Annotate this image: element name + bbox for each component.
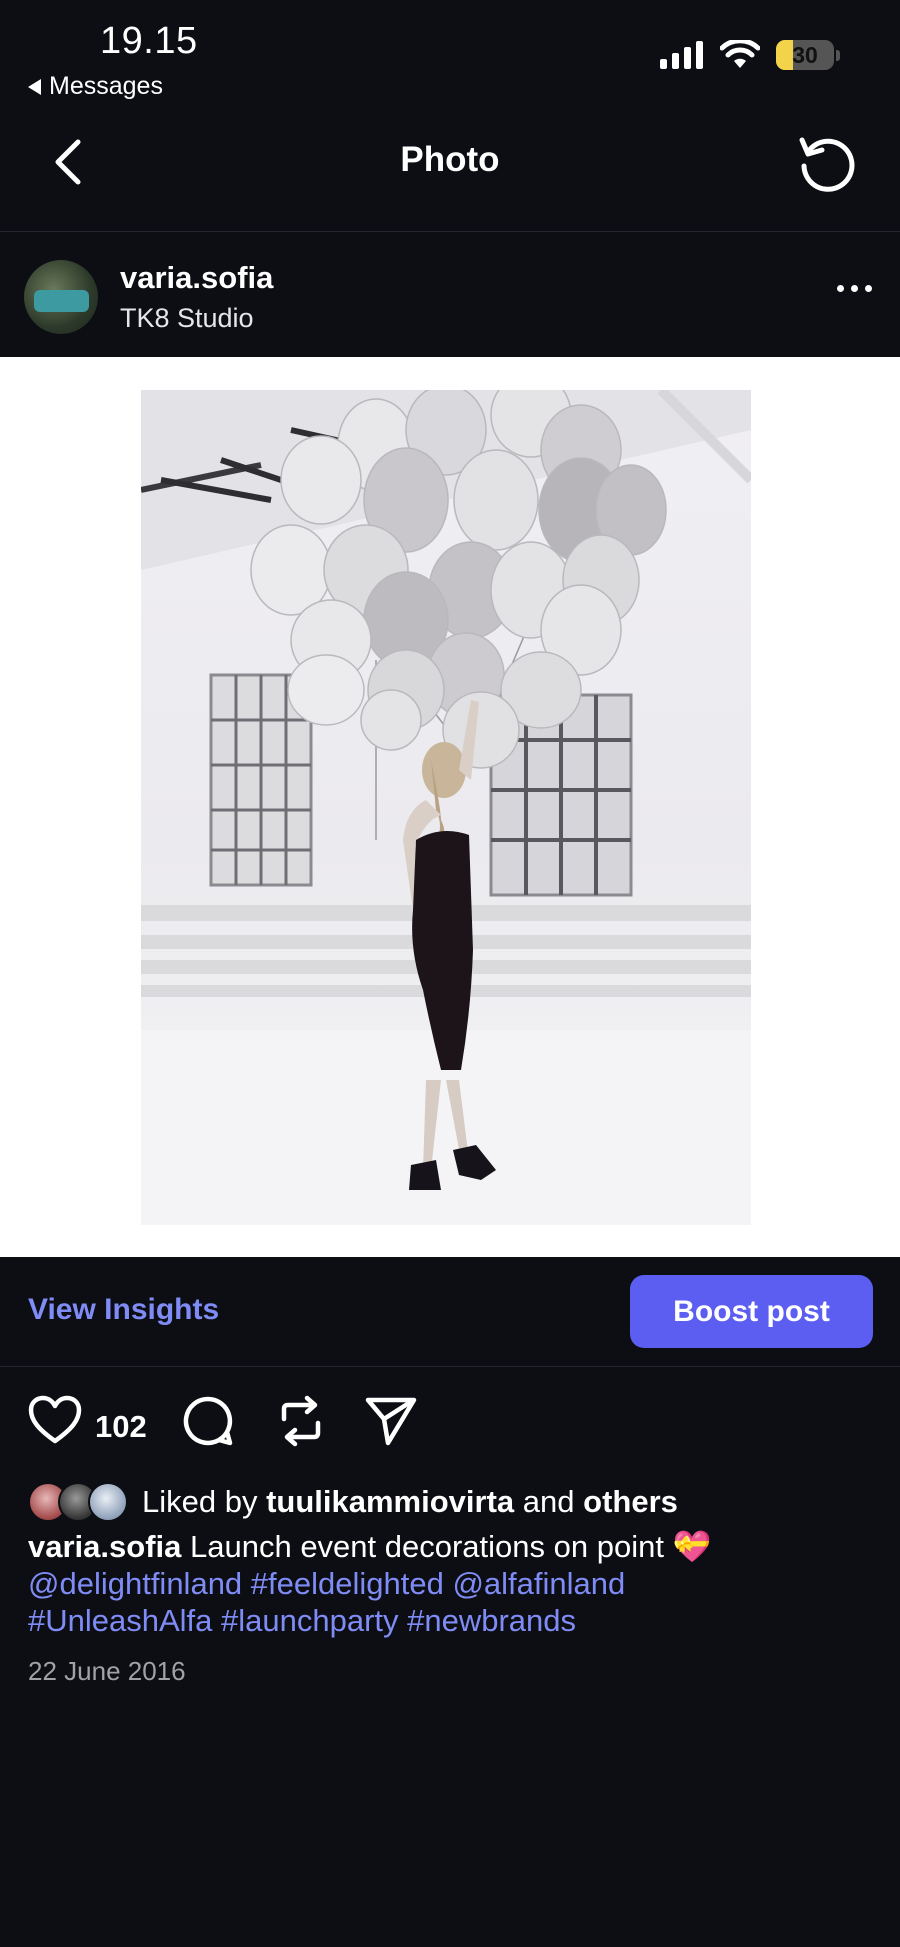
page-title: Photo [400, 140, 500, 179]
status-time: 19.15 [100, 20, 198, 62]
caption-tags-line-2[interactable]: #UnleashAlfa #launchparty #newbrands [28, 1602, 878, 1639]
caption-tags-line-1[interactable]: @delightfinland #feeldelighted @alfafinl… [28, 1565, 878, 1602]
boost-post-button[interactable]: Boost post [630, 1275, 873, 1348]
insights-bar: View Insights Boost post [0, 1257, 900, 1367]
more-options-icon[interactable] [837, 285, 872, 292]
share-send-icon[interactable] [364, 1395, 418, 1447]
signal-icon [660, 41, 703, 69]
caption-text: Launch event decorations on point 💝 [190, 1529, 712, 1564]
repost-icon[interactable] [276, 1395, 326, 1447]
battery-tip [836, 49, 840, 61]
photo-area [0, 357, 900, 1257]
post-header: varia.sofia TK8 Studio [0, 233, 900, 357]
wifi-icon [720, 40, 760, 68]
liked-by-and: and [522, 1484, 575, 1519]
back-app-label: Messages [49, 72, 163, 100]
liked-by-user[interactable]: tuulikammiovirta [266, 1484, 514, 1520]
avatar[interactable] [24, 260, 98, 334]
battery-icon: 30 [776, 40, 834, 70]
nav-bar: Photo [0, 110, 900, 232]
comment-icon[interactable] [182, 1395, 234, 1447]
liked-by-prefix: Liked by [142, 1484, 258, 1519]
view-insights-link[interactable]: View Insights [28, 1293, 219, 1327]
avatar [88, 1482, 128, 1522]
liker-avatars [28, 1482, 132, 1522]
battery-level: 30 [792, 41, 818, 68]
liked-by-row[interactable]: Liked by tuulikammiovirta and others [28, 1480, 678, 1524]
back-to-messages[interactable]: Messages [28, 72, 163, 101]
post-actions: 102 [0, 1395, 900, 1465]
refresh-icon[interactable] [794, 130, 860, 196]
photo-illustration [141, 390, 751, 1225]
liked-by-others[interactable]: others [583, 1484, 678, 1520]
post-photo[interactable] [141, 390, 751, 1225]
back-triangle-icon [28, 78, 41, 95]
avatar-image-detail [34, 290, 89, 312]
post-caption: varia.sofia Launch event decorations on … [28, 1528, 878, 1639]
status-icons: 30 [660, 40, 840, 70]
like-count[interactable]: 102 [95, 1409, 147, 1445]
status-bar: 19.15 Messages 30 [0, 0, 900, 110]
heart-icon[interactable] [28, 1395, 82, 1445]
post-date: 22 June 2016 [28, 1656, 186, 1686]
post-username[interactable]: varia.sofia [120, 260, 273, 296]
post-location[interactable]: TK8 Studio [120, 303, 254, 334]
caption-username[interactable]: varia.sofia [28, 1529, 181, 1564]
